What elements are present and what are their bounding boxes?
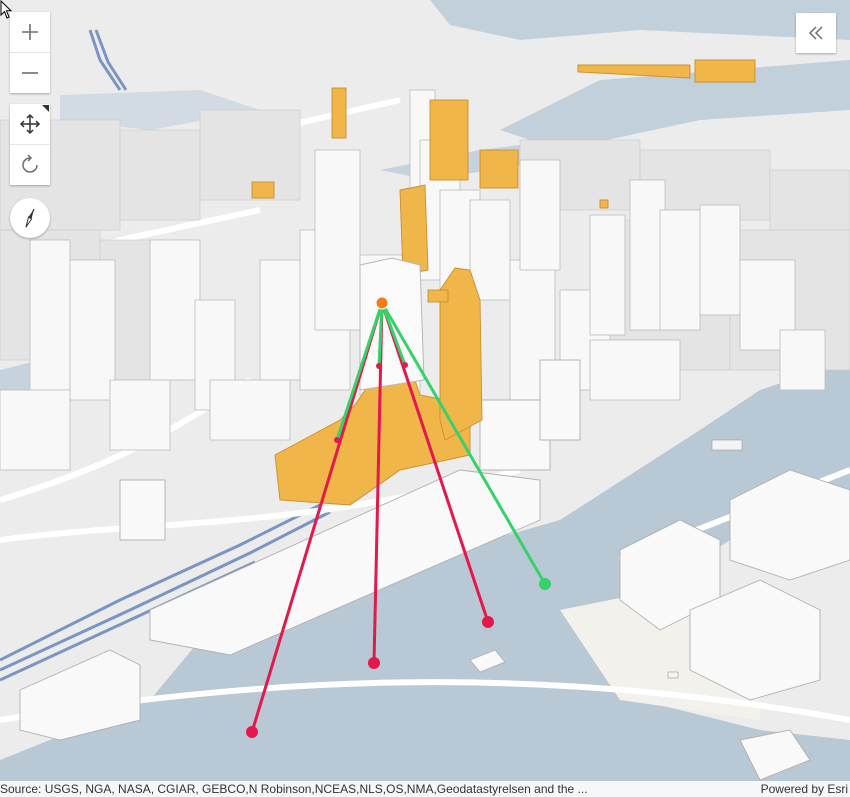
target-point-visible[interactable] (539, 578, 551, 590)
compass-icon (25, 208, 35, 228)
minus-icon (22, 72, 38, 74)
rotate-icon (22, 154, 38, 173)
zoom-out-button[interactable] (10, 52, 50, 93)
zoom-in-button[interactable] (10, 12, 50, 52)
observer-building (359, 257, 425, 391)
target-point-blocked[interactable] (368, 657, 380, 669)
powered-by-esri-link[interactable]: Powered by Esri (761, 782, 850, 796)
compass-button[interactable] (10, 198, 50, 238)
rotate-mode-button[interactable] (10, 144, 50, 185)
target-point-blocked[interactable] (246, 726, 258, 738)
expand-panel-button[interactable] (796, 13, 836, 53)
active-indicator (42, 105, 49, 112)
target-point-blocked[interactable] (482, 616, 494, 628)
pan-mode-button[interactable] (10, 104, 50, 144)
map-view[interactable]: Source: USGS, NGA, NASA, CGIAR, GEBCO,N … (0, 0, 850, 797)
obstruction-point (376, 363, 382, 369)
attribution-source[interactable]: Source: USGS, NGA, NASA, CGIAR, GEBCO,N … (0, 782, 588, 796)
mouse-cursor-icon (0, 0, 13, 19)
navigation-toggle (10, 104, 50, 185)
zoom-controls (10, 12, 50, 93)
pan-arrows-icon (19, 113, 41, 135)
double-chevron-left-icon (808, 26, 823, 40)
observer-point[interactable] (375, 296, 389, 310)
attribution-bar: Source: USGS, NGA, NASA, CGIAR, GEBCO,N … (0, 781, 850, 797)
plus-icon (22, 24, 38, 40)
3d-scene[interactable] (0, 0, 850, 797)
obstruction-point (402, 362, 408, 368)
obstruction-point (334, 437, 340, 443)
